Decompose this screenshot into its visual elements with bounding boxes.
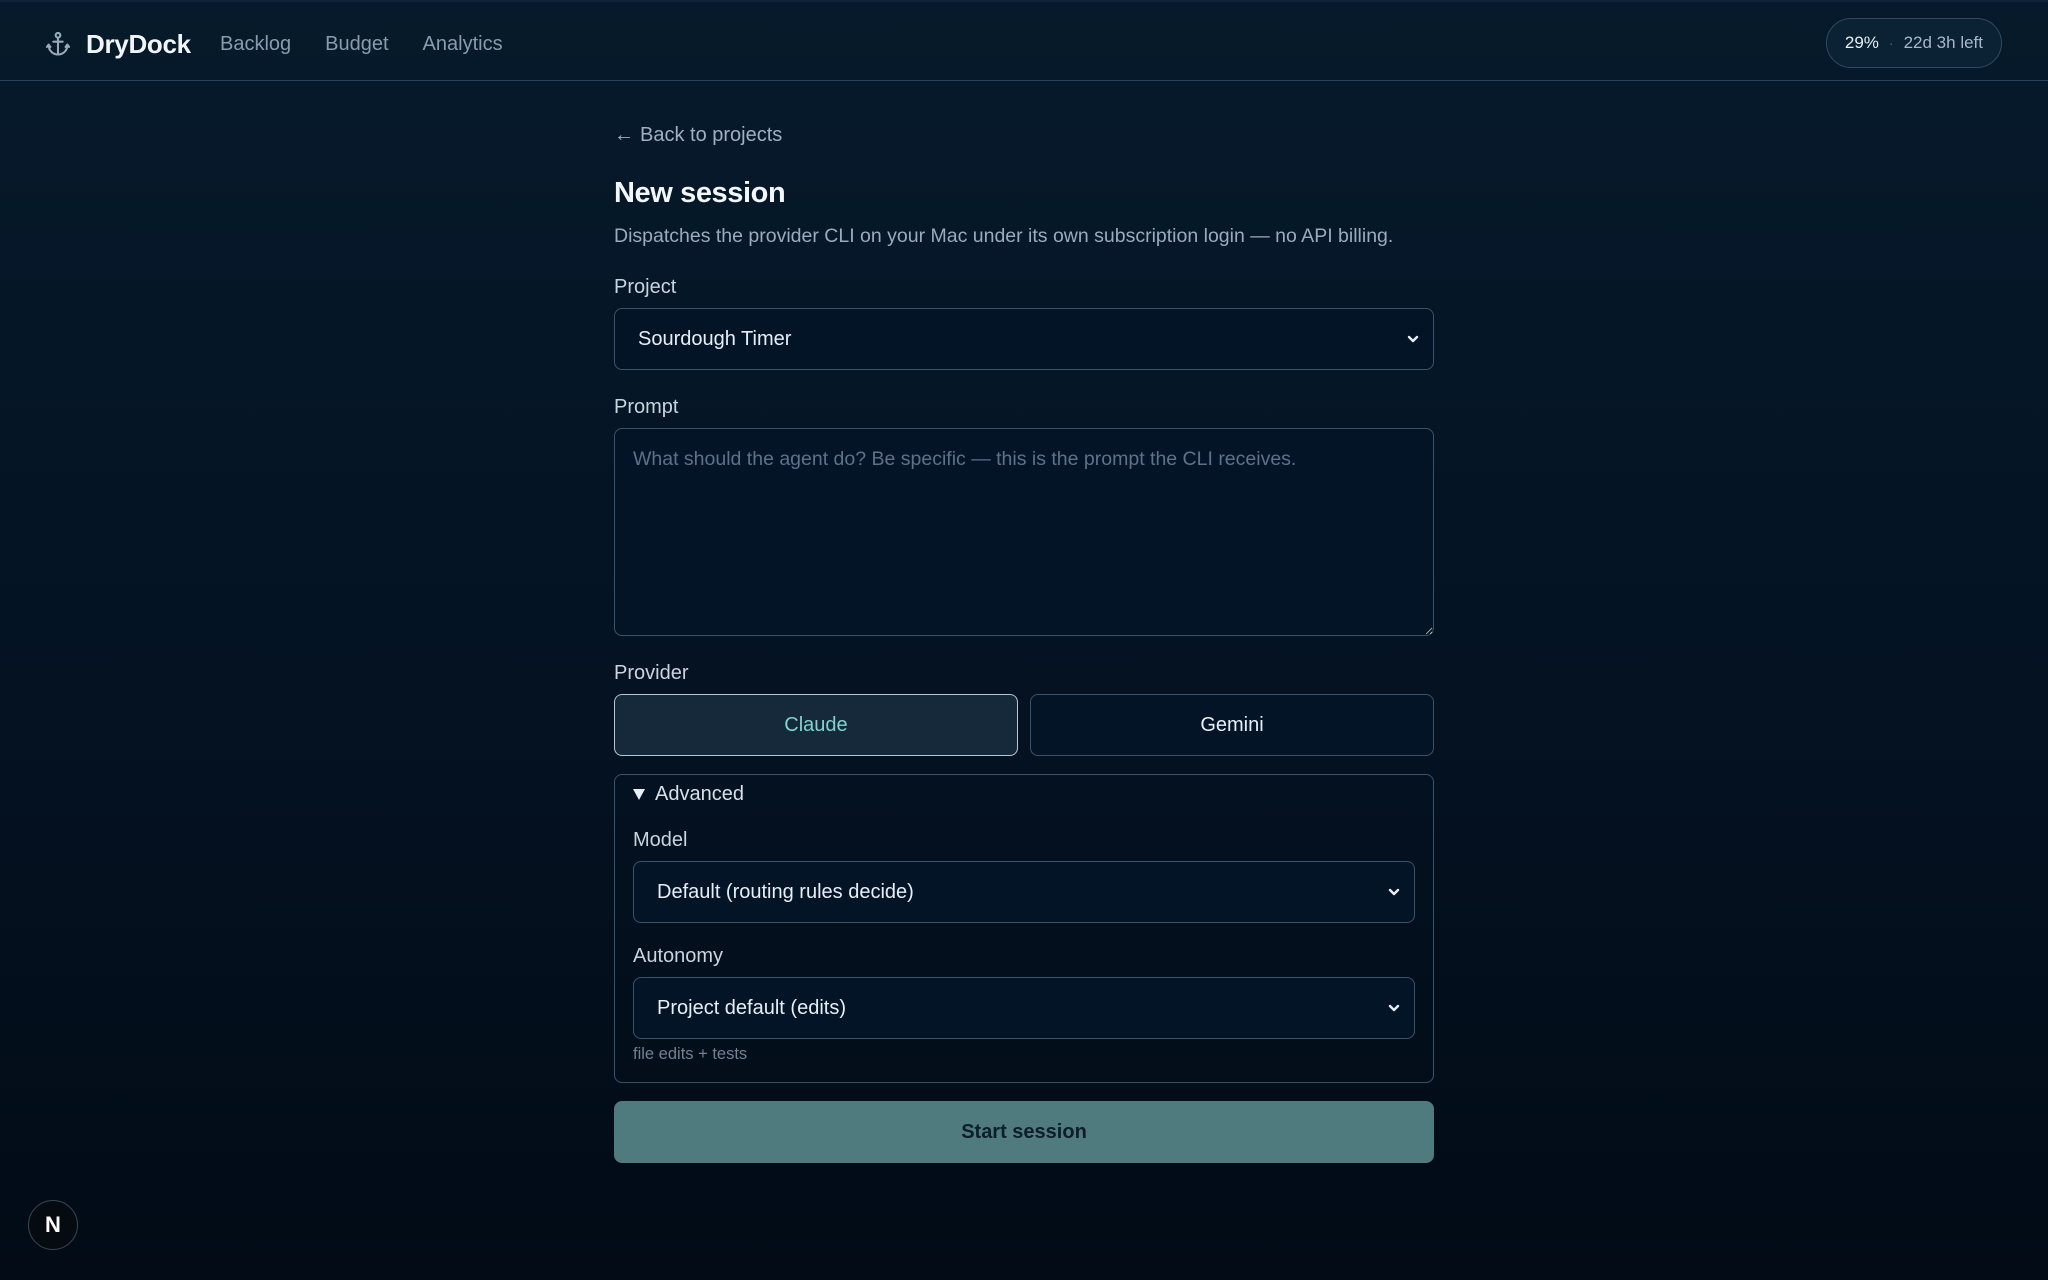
arrow-left-icon: ← <box>614 123 634 146</box>
provider-gemini-button[interactable]: Gemini <box>1030 694 1434 756</box>
autonomy-hint: file edits + tests <box>633 1045 748 1063</box>
chevron-down-icon <box>1388 888 1400 896</box>
dev-tools-badge[interactable]: N <box>28 1200 78 1250</box>
model-label: Model <box>633 829 688 851</box>
back-link-label: Back to projects <box>640 123 783 146</box>
nav-link-backlog[interactable]: Backlog <box>220 33 291 56</box>
provider-label: Provider <box>614 662 689 684</box>
page-description: Dispatches the provider CLI on your Mac … <box>614 225 1394 247</box>
chevron-down-icon <box>1407 335 1419 343</box>
provider-claude-button[interactable]: Claude <box>614 694 1018 756</box>
usage-time-left: 22d 3h left <box>1903 33 1983 52</box>
brand-name: DryDock <box>86 28 191 59</box>
autonomy-select[interactable]: Project default (edits) <box>633 977 1415 1039</box>
autonomy-select-value: Project default (edits) <box>657 996 846 1019</box>
usage-status-pill[interactable]: 29% · 22d 3h left <box>1825 18 2002 68</box>
main-nav: Backlog Budget Analytics <box>220 24 503 64</box>
model-select-value: Default (routing rules decide) <box>657 880 914 903</box>
usage-percent: 29% <box>1844 33 1879 52</box>
advanced-section: Advanced Model Default (routing rules de… <box>614 774 1434 1083</box>
advanced-toggle[interactable]: Advanced <box>633 779 1415 809</box>
new-session-form-container: ← Back to projects New session Dispatche… <box>614 120 1434 1163</box>
back-to-projects-link[interactable]: ← Back to projects <box>614 120 782 150</box>
top-navigation-bar: DryDock Backlog Budget Analytics 29% · 2… <box>0 0 2048 81</box>
project-label: Project <box>614 276 677 298</box>
autonomy-label: Autonomy <box>633 945 724 967</box>
prompt-label: Prompt <box>614 396 679 418</box>
brand[interactable]: DryDock <box>44 24 191 64</box>
usage-separator: · <box>1888 35 1894 51</box>
triangle-down-icon <box>633 788 645 800</box>
prompt-textarea[interactable] <box>614 428 1434 636</box>
provider-toggle-group: Claude Gemini <box>614 694 1434 756</box>
project-select[interactable]: Sourdough Timer <box>614 308 1434 370</box>
nav-link-budget[interactable]: Budget <box>325 33 388 56</box>
anchor-icon <box>44 30 72 58</box>
chevron-down-icon <box>1388 1004 1400 1012</box>
nav-link-analytics[interactable]: Analytics <box>423 33 503 56</box>
page-title: New session <box>614 177 786 209</box>
model-select[interactable]: Default (routing rules decide) <box>633 861 1415 923</box>
project-select-value: Sourdough Timer <box>638 327 792 350</box>
advanced-label: Advanced <box>655 782 744 805</box>
start-session-button[interactable]: Start session <box>614 1101 1434 1163</box>
